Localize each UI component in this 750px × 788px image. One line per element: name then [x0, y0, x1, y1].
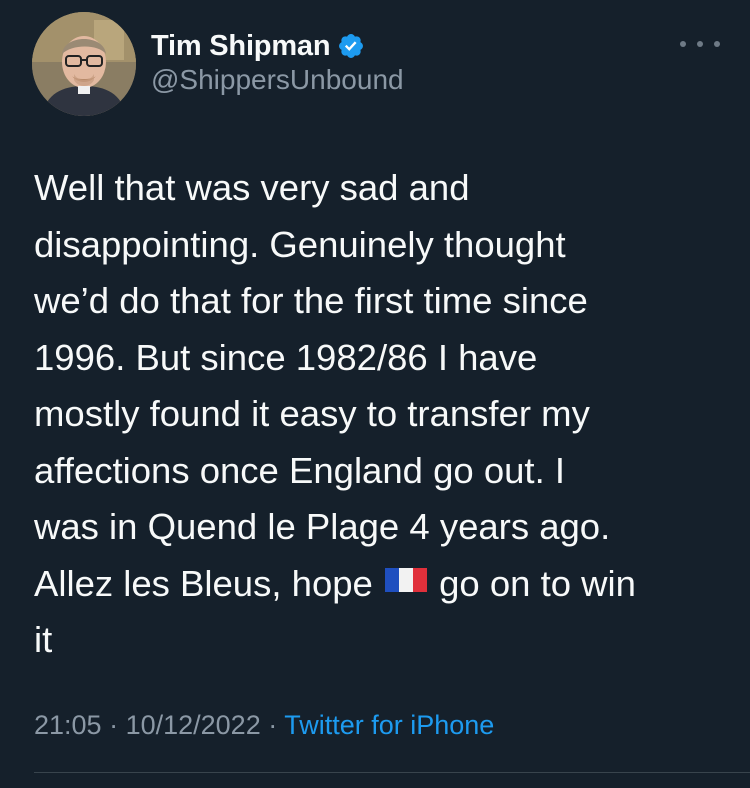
tweet-text: Well that was very sad and disappointing…: [34, 160, 734, 669]
author-display-name[interactable]: Tim Shipman: [151, 30, 331, 63]
tweet-time[interactable]: 21:05: [34, 710, 102, 740]
dot: [697, 41, 703, 47]
meta-separator: ·: [260, 710, 285, 740]
more-options-icon[interactable]: [680, 34, 720, 54]
avatar[interactable]: [32, 12, 136, 116]
avatar-photo-icon: [32, 12, 136, 116]
tweet: Tim Shipman @ShippersUnbound Well that w…: [0, 0, 750, 788]
tweet-meta: 21:05 · 10/12/2022 · Twitter for iPhone: [34, 710, 494, 741]
verified-badge-icon: [337, 32, 365, 60]
tweet-date[interactable]: 10/12/2022: [126, 710, 261, 740]
author-name-row: Tim Shipman: [151, 28, 365, 64]
dot: [714, 41, 720, 47]
tweet-text-part1: Well that was very sad and disappointing…: [34, 167, 611, 604]
dot: [680, 41, 686, 47]
divider: [34, 772, 750, 773]
author-handle[interactable]: @ShippersUnbound: [151, 64, 404, 96]
french-flag-icon: [384, 555, 427, 612]
tweet-source-link[interactable]: Twitter for iPhone: [284, 710, 494, 740]
meta-separator: ·: [101, 710, 126, 740]
